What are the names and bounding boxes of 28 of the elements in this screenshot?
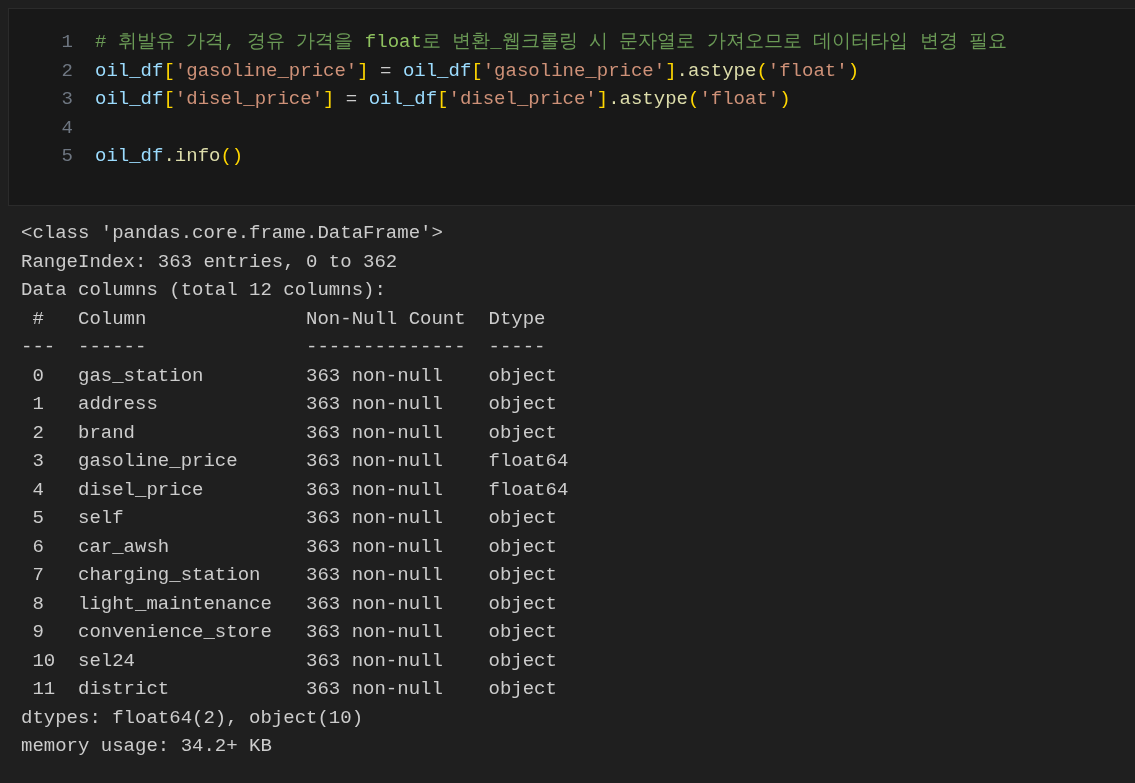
code-line: # 휘발유 가격, 경유 가격을 float로 변환_웹크롤링 시 문자열로 가져오므로 데이터타입 변경 필요: [95, 30, 1008, 55]
output-line: 6 car_awsh 363 non-null object: [31, 535, 558, 558]
output-line: 3 gasoline_price 363 non-null float64: [31, 450, 569, 472]
output-line: RangeIndex: 363 entries, 0 to 362: [21, 250, 398, 273]
output-line: # Column Non-Null Count Dtype: [31, 307, 547, 330]
output-line: memory usage: 34.2+ KB: [21, 735, 272, 757]
output-line: 5 self 363 non-null object: [31, 507, 558, 529]
line-number: 3: [60, 87, 74, 112]
code-line: oil_df.info(): [95, 144, 244, 169]
output-line: 7 charging_station 363 non-null object: [31, 564, 558, 586]
output-line: <class 'pandas.core.frame.DataFrame'>: [21, 222, 443, 244]
code-line: oil_df['disel_price'] = oil_df['disel_price'].astype('float'): [95, 87, 791, 112]
output-line: 10 sel24 363 non-null object: [31, 649, 558, 672]
output-line: 2 brand 363 non-null object: [31, 421, 558, 444]
line-number: 2: [60, 58, 74, 84]
output-line: --- ------ -------------- -----: [21, 336, 547, 358]
output-line: 11 district 363 non-null object: [31, 678, 558, 700]
output-line: 0 gas_station 363 non-null object: [31, 364, 558, 387]
line-number: 1: [60, 30, 74, 55]
code-line: oil_df['gasoline_price'] = oil_df['gasoline_price'].astype('float'): [95, 58, 860, 84]
line-number: 5: [60, 144, 74, 169]
output-line: Data columns (total 12 columns):: [21, 279, 386, 301]
output-line: 1 address 363 non-null object: [31, 393, 558, 415]
output-line: 4 disel_price 363 non-null float64: [31, 478, 569, 501]
output-line: 8 light_maintenance 363 non-null object: [31, 592, 558, 615]
line-number: 4: [60, 115, 74, 141]
output-line: dtypes: float64(2), object(10): [21, 706, 364, 729]
output-line: 9 convenience_store 363 non-null object: [31, 621, 558, 643]
